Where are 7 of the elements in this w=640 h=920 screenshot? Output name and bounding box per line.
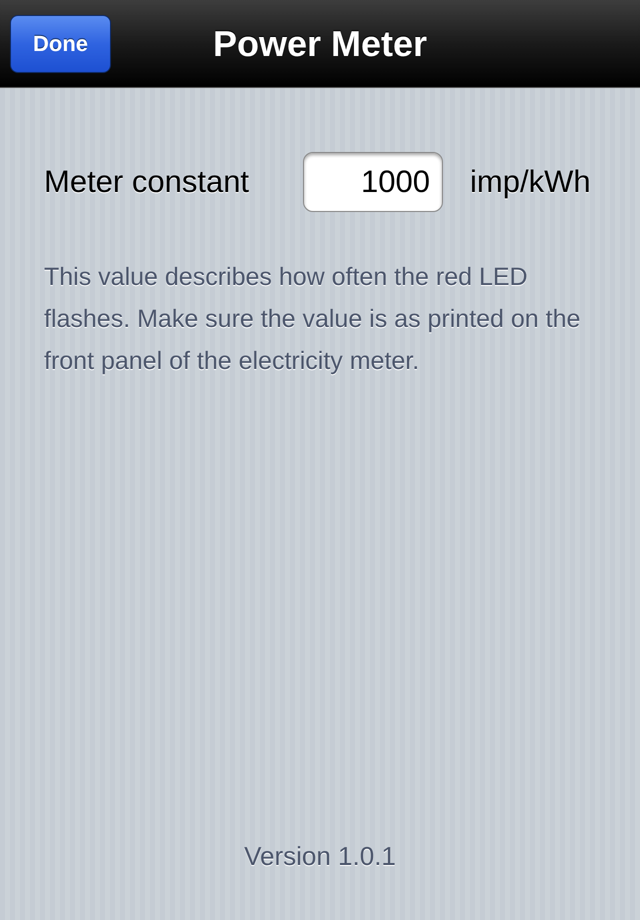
version-text: Version 1.0.1 <box>244 841 396 872</box>
description-text: This value describes how often the red LED flashes. Make sure the value is as printed on the front panel of the electricity meter. <box>44 262 582 377</box>
done-button[interactable]: Done <box>10 15 111 73</box>
nav-title: Power Meter <box>212 22 428 64</box>
meter-constant-field[interactable]: 1000 <box>303 152 443 212</box>
unit-label: imp/kWh <box>470 164 591 200</box>
meter-constant-label: Meter constant <box>44 164 250 200</box>
